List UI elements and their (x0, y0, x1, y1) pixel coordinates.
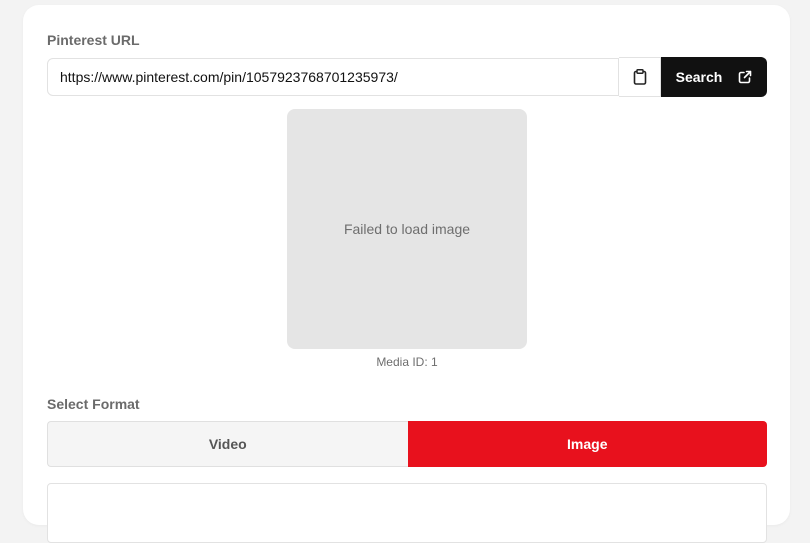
media-id-text: Media ID: 1 (376, 355, 438, 369)
paste-button[interactable] (619, 57, 661, 97)
preview-error-text: Failed to load image (343, 221, 471, 237)
format-option-image[interactable]: Image (407, 421, 767, 467)
external-link-icon (739, 70, 752, 84)
search-button[interactable]: Search (661, 57, 767, 97)
format-label: Select Format (47, 396, 140, 412)
url-label: Pinterest URL (47, 32, 140, 48)
search-button-label: Search (675, 69, 723, 85)
format-selector: Video Image (47, 421, 767, 467)
downloader-card: Pinterest URL Search Failed to load imag… (23, 5, 790, 543)
download-options-panel (47, 483, 767, 543)
media-preview: Failed to load image (287, 109, 527, 349)
clipboard-icon (633, 69, 646, 85)
url-input[interactable] (47, 58, 619, 96)
format-option-video[interactable]: Video (47, 421, 408, 467)
